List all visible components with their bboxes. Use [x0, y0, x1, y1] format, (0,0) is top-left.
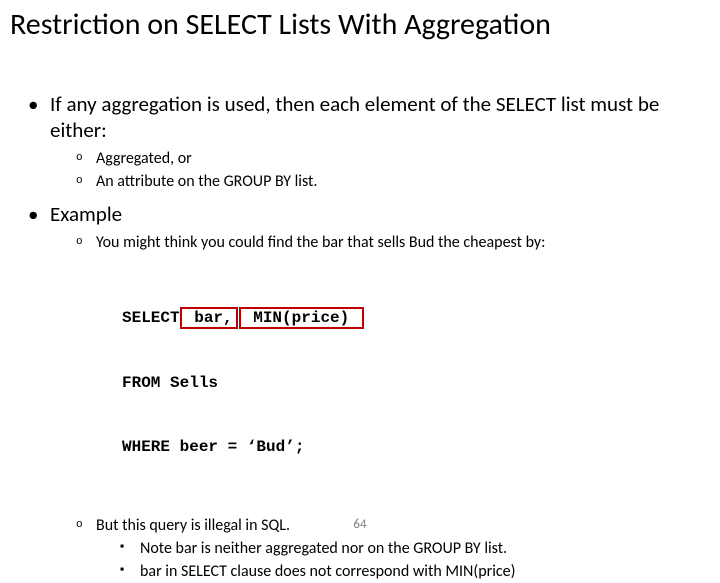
- bullet-1-text: If any aggregation is used, then each el…: [50, 91, 659, 143]
- slide: Restriction on SELECT Lists With Aggrega…: [0, 0, 720, 540]
- highlight-bar: bar,: [180, 307, 238, 329]
- code-kw-select: SELECT: [122, 309, 180, 327]
- bullet-1-sub-2: An attribute on the GROUP BY list.: [96, 172, 710, 193]
- code-line-2: FROM Sells: [122, 373, 710, 395]
- bullet-1-sublist: Aggregated, or An attribute on the GROUP…: [50, 149, 710, 193]
- code-line-1: SELECT bar, MIN(price): [122, 307, 710, 330]
- highlight-minprice: MIN(price): [239, 307, 364, 329]
- bullet-1-sub-1: Aggregated, or: [96, 149, 710, 170]
- bullet-2-sub-2-list: Note bar is neither aggregated nor on th…: [96, 539, 710, 583]
- bullet-2-sub-2-a: Note bar is neither aggregated nor on th…: [140, 539, 710, 560]
- bullet-2-text: Example: [50, 201, 122, 227]
- page-number: 64: [0, 517, 720, 532]
- bullet-2-sub-1: You might think you could find the bar t…: [96, 233, 710, 502]
- sql-code: SELECT bar, MIN(price) FROM Sells WHERE …: [122, 264, 710, 503]
- bullet-2-sub-1-text: You might think you could find the bar t…: [96, 233, 545, 252]
- bullet-1: If any aggregation is used, then each el…: [50, 91, 710, 193]
- bullet-2-sub-2-b: bar in SELECT clause does not correspond…: [140, 562, 710, 583]
- bullet-list: If any aggregation is used, then each el…: [10, 91, 710, 583]
- slide-title: Restriction on SELECT Lists With Aggrega…: [10, 8, 710, 43]
- code-line-3: WHERE beer = ‘Bud’;: [122, 437, 710, 459]
